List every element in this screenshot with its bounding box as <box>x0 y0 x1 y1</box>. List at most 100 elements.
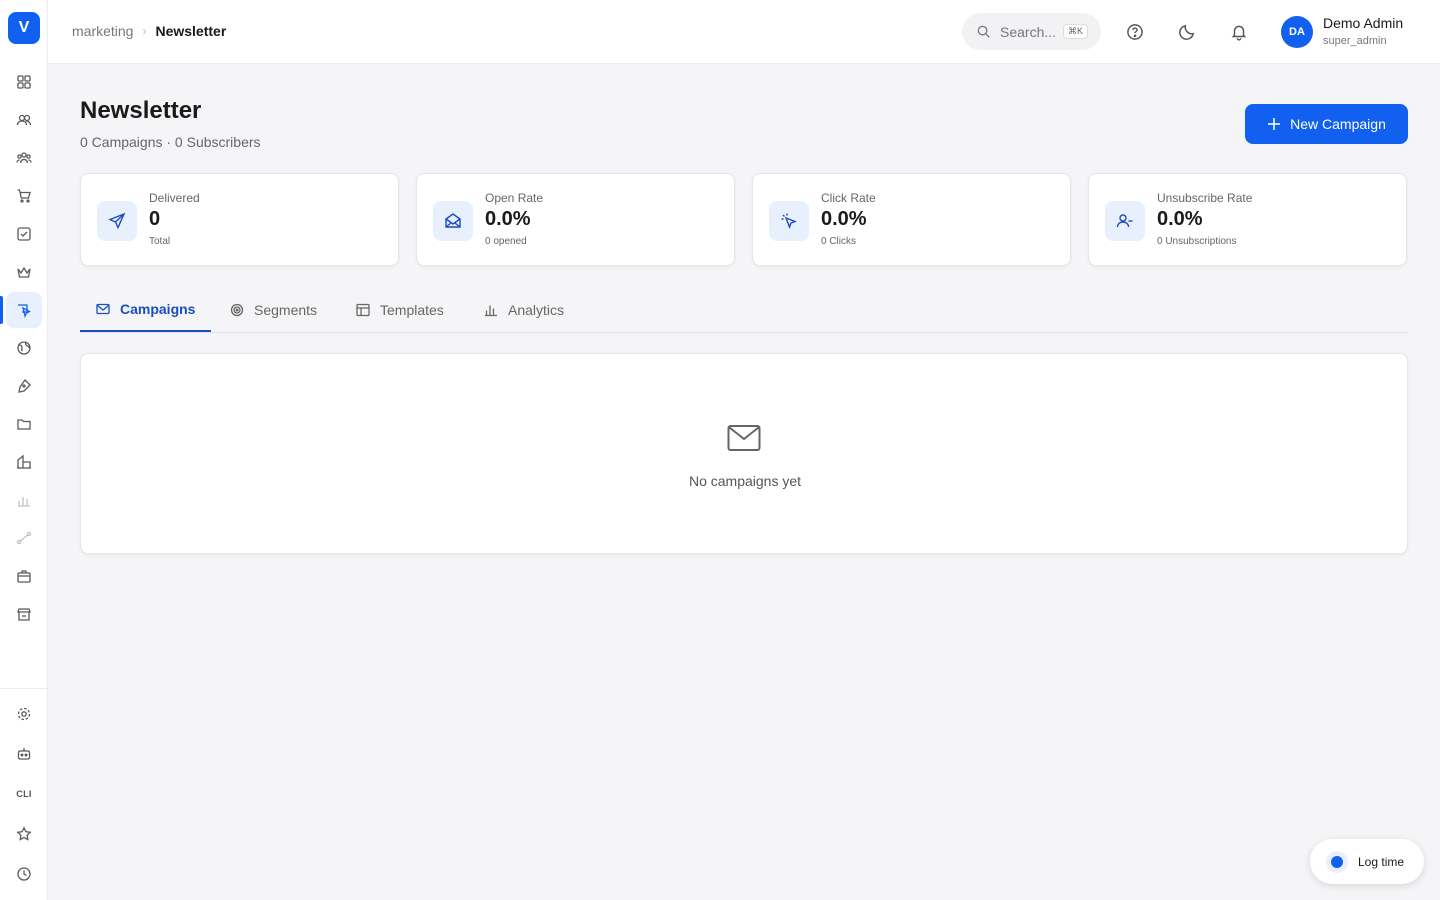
log-time-label: Log time <box>1358 854 1405 869</box>
stat-value: 0.0% <box>485 208 531 230</box>
stat-card-open-rate: Open Rate 0.0% 0 opened <box>416 173 735 266</box>
cursor-click-icon <box>781 213 797 229</box>
new-campaign-button[interactable]: New Campaign <box>1245 104 1408 144</box>
stat-icon-wrap <box>1105 201 1145 241</box>
workflow-icon <box>16 531 32 545</box>
settings-gear-icon <box>17 707 31 721</box>
cli-label: CLI <box>16 789 32 799</box>
stat-value: 0.0% <box>821 208 867 230</box>
chevron-right-icon: › <box>142 24 147 38</box>
page-subtitle: 0 Campaigns · 0 Subscribers <box>80 134 261 150</box>
user-role: super_admin <box>1323 35 1387 47</box>
sidebar-item-settings[interactable] <box>6 696 42 732</box>
folder-icon <box>17 419 31 430</box>
sidebar-item-pen-tool[interactable] <box>6 368 42 404</box>
tab-label: Campaigns <box>120 301 196 317</box>
sidebar-item-users[interactable] <box>6 102 42 138</box>
send-icon <box>108 212 126 230</box>
sidebar-item-globe[interactable] <box>6 330 42 366</box>
app-logo[interactable]: V <box>8 12 40 44</box>
stat-label: Delivered <box>149 191 200 205</box>
stat-icon-wrap <box>97 201 137 241</box>
stat-value: 0 <box>149 208 161 230</box>
timer-icon <box>1326 850 1348 873</box>
cart-icon <box>17 189 31 203</box>
sidebar-item-cart[interactable] <box>6 178 42 214</box>
help-circle-icon <box>1127 24 1143 40</box>
tab-bar: Campaigns Segments Templates Analytics <box>80 288 1408 333</box>
stat-card-click-rate: Click Rate 0.0% 0 Clicks <box>752 173 1071 266</box>
bot-icon <box>17 748 31 760</box>
search-button[interactable]: Search... ⌘K <box>962 13 1101 50</box>
sidebar-item-gift[interactable] <box>6 558 42 594</box>
empty-state-message: No campaigns yet <box>688 473 802 489</box>
new-campaign-label: New Campaign <box>1290 116 1386 132</box>
help-button[interactable] <box>1125 22 1145 42</box>
crown-icon <box>17 266 31 278</box>
breadcrumb: marketing › Newsletter <box>72 23 226 39</box>
bell-icon <box>1231 25 1247 41</box>
layout-icon <box>356 303 370 317</box>
log-time-button[interactable]: Log time <box>1310 839 1424 884</box>
stat-subtext: Total <box>149 236 171 247</box>
stat-card-delivered: Delivered 0 Total <box>80 173 399 266</box>
mail-icon <box>727 425 761 451</box>
mail-icon <box>96 303 110 315</box>
plus-icon <box>1268 118 1281 130</box>
sidebar-item-team[interactable] <box>6 140 42 176</box>
tab-analytics[interactable]: Analytics <box>468 288 580 332</box>
clock-icon <box>17 867 31 881</box>
star-icon <box>16 826 32 841</box>
sidebar-item-store[interactable] <box>6 596 42 632</box>
gift-box-icon <box>17 570 31 583</box>
stat-value: 0.0% <box>1157 208 1203 230</box>
building-icon <box>17 454 31 469</box>
sidebar-item-building[interactable] <box>6 444 42 480</box>
sidebar-item-analytics[interactable] <box>6 482 42 518</box>
sidebar-item-cli[interactable]: CLI <box>6 776 42 812</box>
search-placeholder: Search... <box>1000 23 1057 40</box>
stat-subtext: 0 Clicks <box>821 236 857 247</box>
tab-label: Templates <box>380 302 444 318</box>
stat-icon-wrap <box>433 201 473 241</box>
sidebar-item-tasks[interactable] <box>6 216 42 252</box>
pen-tool-icon <box>18 378 31 393</box>
stat-subtext: 0 Unsubscriptions <box>1157 236 1237 247</box>
tab-label: Analytics <box>508 302 565 318</box>
sidebar-item-workflow[interactable] <box>6 520 42 556</box>
tab-templates[interactable]: Templates <box>340 288 460 332</box>
sidebar-item-dashboard[interactable] <box>6 64 42 100</box>
stat-card-unsubscribe-rate: Unsubscribe Rate 0.0% 0 Unsubscriptions <box>1088 173 1407 266</box>
sidebar-item-marketing[interactable] <box>6 292 42 328</box>
tab-campaigns[interactable]: Campaigns <box>80 288 212 332</box>
user-name[interactable]: Demo Admin <box>1323 15 1403 31</box>
marketing-megaphone-icon <box>18 304 31 318</box>
search-icon <box>977 25 990 38</box>
user-minus-icon <box>1116 214 1133 228</box>
task-check-icon <box>17 227 31 241</box>
breadcrumb-parent-link[interactable]: marketing <box>72 23 133 39</box>
sidebar-item-history[interactable] <box>6 856 42 892</box>
page-title: Newsletter <box>80 97 202 124</box>
moon-icon <box>1179 24 1195 40</box>
dashboard-grid-icon <box>17 75 31 89</box>
bar-chart-icon <box>485 305 497 317</box>
sidebar-item-folder[interactable] <box>6 406 42 442</box>
stat-label: Open Rate <box>485 191 544 205</box>
store-icon <box>17 608 31 621</box>
sidebar-item-bot[interactable] <box>6 736 42 772</box>
tab-segments[interactable]: Segments <box>214 288 333 332</box>
mail-open-icon <box>445 213 461 228</box>
notifications-button[interactable] <box>1229 22 1249 42</box>
campaigns-empty-state: No campaigns yet <box>80 353 1408 554</box>
sidebar-divider <box>0 688 48 689</box>
target-icon <box>230 303 244 317</box>
team-icon <box>16 152 32 164</box>
stat-label: Click Rate <box>821 191 876 205</box>
sidebar-item-favorites[interactable] <box>6 816 42 852</box>
sidebar-item-crown[interactable] <box>6 254 42 290</box>
users-icon <box>16 114 32 126</box>
theme-toggle-button[interactable] <box>1177 22 1197 42</box>
stat-icon-wrap <box>769 201 809 241</box>
user-avatar[interactable]: DA <box>1281 16 1313 48</box>
